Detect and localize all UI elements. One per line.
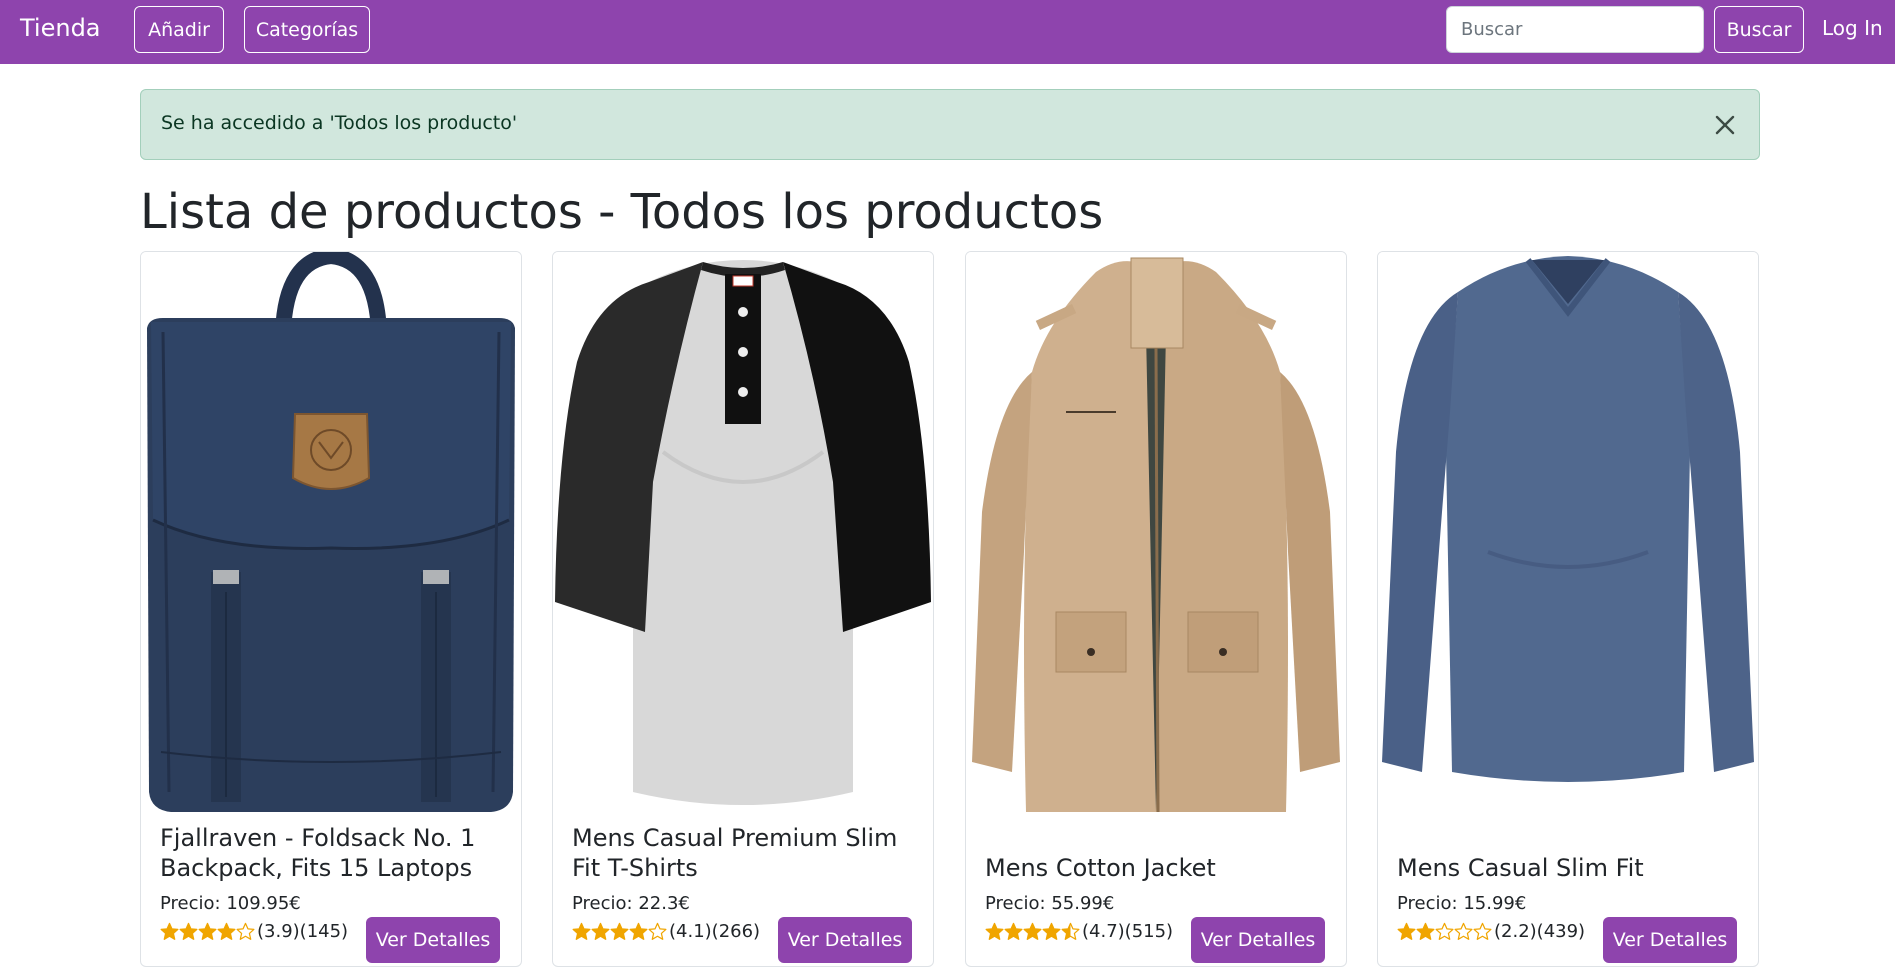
view-details-button[interactable]: Ver Detalles xyxy=(1191,917,1325,963)
star-empty-icon xyxy=(648,922,667,940)
product-price: Precio: 22.3€ xyxy=(572,893,690,914)
brand-logo[interactable]: Tienda xyxy=(20,14,101,42)
product-price: Precio: 109.95€ xyxy=(160,893,301,914)
product-card: Mens Casual Slim Fit Precio: 15.99€ (2.2… xyxy=(1377,251,1759,967)
rating-stars xyxy=(1397,922,1492,941)
star-empty-icon xyxy=(1473,922,1492,940)
rating-text: (4.7)(515) xyxy=(1082,921,1174,942)
product-image-jacket[interactable] xyxy=(966,252,1346,826)
product-rating: (3.9)(145) xyxy=(160,921,348,942)
product-image-shirt[interactable] xyxy=(553,252,933,826)
page-title: Lista de productos - Todos los productos xyxy=(140,184,1104,240)
star-full-icon xyxy=(160,922,179,940)
star-full-icon xyxy=(1023,922,1042,940)
star-full-icon xyxy=(610,922,629,940)
star-full-icon xyxy=(985,922,1004,940)
rating-stars xyxy=(985,922,1080,941)
product-rating: (4.1)(266) xyxy=(572,921,760,942)
star-full-icon xyxy=(217,922,236,940)
product-image-long-sleeve[interactable] xyxy=(1378,252,1758,826)
rating-stars xyxy=(160,922,255,941)
star-full-icon xyxy=(1397,922,1416,940)
rating-text: (2.2)(439) xyxy=(1494,921,1586,942)
add-button[interactable]: Añadir xyxy=(134,6,224,53)
product-price: Precio: 15.99€ xyxy=(1397,893,1527,914)
close-icon[interactable] xyxy=(1709,109,1741,141)
product-title[interactable]: Fjallraven - Foldsack No. 1 Backpack, Fi… xyxy=(160,815,500,883)
star-empty-icon xyxy=(236,922,255,940)
product-title[interactable]: Mens Cotton Jacket xyxy=(985,815,1325,883)
star-empty-icon xyxy=(1435,922,1454,940)
product-image-backpack[interactable] xyxy=(141,252,521,826)
star-full-icon xyxy=(1416,922,1435,940)
star-full-icon xyxy=(179,922,198,940)
star-empty-icon xyxy=(1454,922,1473,940)
product-card: Mens Casual Premium Slim Fit T-Shirts Pr… xyxy=(552,251,934,967)
star-full-icon xyxy=(1004,922,1023,940)
login-link[interactable]: Log In xyxy=(1822,16,1883,40)
categories-button[interactable]: Categorías xyxy=(244,6,370,53)
view-details-button[interactable]: Ver Detalles xyxy=(366,917,500,963)
product-rating: (4.7)(515) xyxy=(985,921,1173,942)
view-details-button[interactable]: Ver Detalles xyxy=(778,917,912,963)
star-full-icon xyxy=(629,922,648,940)
view-details-button[interactable]: Ver Detalles xyxy=(1603,917,1737,963)
star-full-icon xyxy=(1042,922,1061,940)
star-full-icon xyxy=(198,922,217,940)
success-alert: Se ha accedido a 'Todos los producto' xyxy=(140,89,1760,160)
alert-message: Se ha accedido a 'Todos los producto' xyxy=(161,112,518,134)
search-button[interactable]: Buscar xyxy=(1714,6,1804,53)
product-card: Mens Cotton Jacket Precio: 55.99€ (4.7)(… xyxy=(965,251,1347,967)
star-half-icon xyxy=(1061,922,1080,940)
product-price: Precio: 55.99€ xyxy=(985,893,1115,914)
search-input[interactable] xyxy=(1446,6,1704,53)
product-card: Fjallraven - Foldsack No. 1 Backpack, Fi… xyxy=(140,251,522,967)
product-rating: (2.2)(439) xyxy=(1397,921,1585,942)
rating-text: (4.1)(266) xyxy=(669,921,761,942)
rating-stars xyxy=(572,922,667,941)
star-full-icon xyxy=(572,922,591,940)
product-title[interactable]: Mens Casual Premium Slim Fit T-Shirts xyxy=(572,815,912,883)
navbar: Tienda Añadir Categorías Buscar Log In xyxy=(0,0,1895,64)
star-full-icon xyxy=(591,922,610,940)
product-title[interactable]: Mens Casual Slim Fit xyxy=(1397,815,1737,883)
rating-text: (3.9)(145) xyxy=(257,921,349,942)
